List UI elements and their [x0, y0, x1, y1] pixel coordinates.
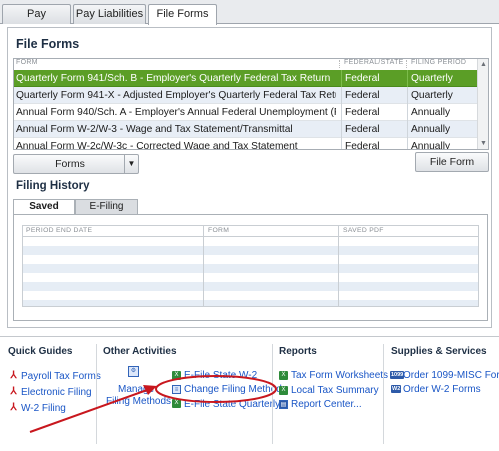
link-order-w2-forms[interactable]: Order W-2 Forms — [403, 384, 481, 395]
chevron-down-icon[interactable]: ▼ — [124, 155, 138, 173]
link-change-filing-method[interactable]: Change Filing Method — [184, 384, 282, 395]
pdf-icon: ⅄ — [10, 370, 17, 381]
filing-history-container: PERIOD END DATE FORM SAVED PDF — [13, 214, 488, 321]
pdf-icon: ⅄ — [10, 402, 17, 413]
form-row-941[interactable]: Quarterly Form 941/Sch. B - Employer's Q… — [14, 70, 479, 87]
link-tax-form-worksheets[interactable]: Tax Form Worksheets — [291, 370, 388, 381]
table-row — [23, 300, 478, 306]
column-header-period-end-date[interactable]: PERIOD END DATE — [26, 227, 92, 234]
link-filing-methods[interactable]: Filing Methods — [106, 396, 171, 407]
link-w2-filing[interactable]: W-2 Filing — [21, 403, 66, 414]
group-separator — [383, 344, 384, 444]
spreadsheet-icon: X — [172, 371, 181, 380]
column-separator — [406, 60, 407, 68]
form-period: Annually — [407, 121, 479, 138]
tab-e-filing[interactable]: E-Filing — [75, 199, 138, 214]
link-electronic-filing[interactable]: Electronic Filing — [21, 387, 92, 398]
column-header-form[interactable]: FORM — [16, 59, 38, 69]
form-jurisdiction: Federal — [341, 104, 405, 121]
form-period: Quarterly — [407, 70, 479, 87]
link-e-file-state-w2[interactable]: E-File State W-2 — [184, 370, 257, 381]
group-separator — [96, 344, 97, 444]
scroll-up-arrow-icon[interactable]: ▲ — [479, 60, 488, 69]
table-row — [23, 282, 478, 291]
filing-history-title: Filing History — [16, 180, 90, 192]
file-forms-panel: File Forms FORM FEDERAL/STATE FILING PER… — [7, 27, 492, 328]
column-header-federal-state[interactable]: FEDERAL/STATE — [344, 59, 404, 69]
form-name: Quarterly Form 941/Sch. B - Employer's Q… — [16, 73, 331, 84]
pdf-icon: ⅄ — [10, 386, 17, 397]
column-header-saved-pdf[interactable]: SAVED PDF — [343, 227, 384, 234]
form-jurisdiction: Federal — [341, 87, 405, 104]
link-manage[interactable]: Manage — [118, 384, 154, 395]
other-activities-title: Other Activities — [103, 346, 177, 357]
form-name: Annual Form W-2c/W-3c - Corrected Wage a… — [16, 141, 298, 150]
file-form-button[interactable]: File Form — [415, 152, 489, 172]
supplies-services-title: Supplies & Services — [391, 346, 487, 357]
column-header-form[interactable]: FORM — [208, 227, 229, 234]
column-divider — [203, 226, 204, 306]
forms-table-scrollbar[interactable]: ▲ ▼ — [477, 59, 488, 149]
column-header-filing-period[interactable]: FILING PERIOD — [411, 59, 466, 69]
table-row — [23, 273, 478, 282]
form-name: Quarterly Form 941-X - Adjusted Employer… — [16, 90, 336, 101]
form-row-941x[interactable]: Quarterly Form 941-X - Adjusted Employer… — [14, 87, 479, 104]
form-jurisdiction: Federal — [341, 70, 405, 87]
link-report-center[interactable]: Report Center... — [291, 399, 362, 410]
form-jurisdiction: Federal — [341, 121, 405, 138]
forms-button-label: Forms — [55, 158, 85, 170]
form-row-w2c[interactable]: Annual Form W-2c/W-3c - Corrected Wage a… — [14, 138, 479, 150]
filing-history-table: PERIOD END DATE FORM SAVED PDF — [22, 225, 479, 307]
table-row — [23, 264, 478, 273]
table-row — [23, 246, 478, 255]
table-row — [23, 237, 478, 246]
table-row — [23, 255, 478, 264]
column-divider — [338, 226, 339, 306]
scroll-down-arrow-icon[interactable]: ▼ — [479, 139, 488, 148]
tab-bar: Pay Employees Pay Liabilities File Forms — [0, 0, 499, 38]
form-name: Annual Form W-2/W-3 - Wage and Tax State… — [16, 124, 293, 135]
manage-filing-methods-icon[interactable]: ⚙ — [128, 366, 139, 377]
report-icon: ▤ — [279, 400, 288, 409]
forms-table: FORM FEDERAL/STATE FILING PERIOD Quarter… — [13, 58, 489, 150]
badge-w2-icon: W2 — [391, 385, 402, 393]
form-period: Annually — [407, 104, 479, 121]
column-separator — [339, 60, 340, 68]
form-period: Annually — [407, 138, 479, 149]
document-icon: ≡ — [172, 385, 181, 394]
forms-dropdown-button[interactable]: Forms ▼ — [13, 154, 139, 174]
tab-pay-liabilities[interactable]: Pay Liabilities — [73, 4, 146, 24]
link-order-1099-misc-forms[interactable]: Order 1099-MISC Forms — [403, 370, 499, 381]
spreadsheet-icon: X — [279, 386, 288, 395]
table-row — [23, 291, 478, 300]
link-local-tax-summary[interactable]: Local Tax Summary — [291, 385, 379, 396]
form-row-w2[interactable]: Annual Form W-2/W-3 - Wage and Tax State… — [14, 121, 479, 138]
tab-saved-filings[interactable]: Saved Filings — [13, 199, 75, 226]
form-name: Annual Form 940/Sch. A - Employer's Annu… — [16, 107, 336, 118]
tab-file-forms[interactable]: File Forms — [148, 4, 217, 25]
spreadsheet-icon: X — [279, 371, 288, 380]
reports-title: Reports — [279, 346, 317, 357]
spreadsheet-icon: X — [172, 399, 181, 408]
link-e-file-state-quarterly[interactable]: E-File State Quarterly — [184, 399, 280, 410]
section-divider — [0, 336, 499, 337]
link-payroll-tax-forms[interactable]: Payroll Tax Forms — [21, 371, 101, 382]
group-separator — [272, 344, 273, 444]
tab-pay-employees[interactable]: Pay Employees — [2, 4, 71, 38]
quick-guides-title: Quick Guides — [8, 346, 73, 357]
form-period: Quarterly — [407, 87, 479, 104]
form-row-940[interactable]: Annual Form 940/Sch. A - Employer's Annu… — [14, 104, 479, 121]
file-forms-title: File Forms — [16, 37, 80, 51]
form-jurisdiction: Federal — [341, 138, 405, 149]
